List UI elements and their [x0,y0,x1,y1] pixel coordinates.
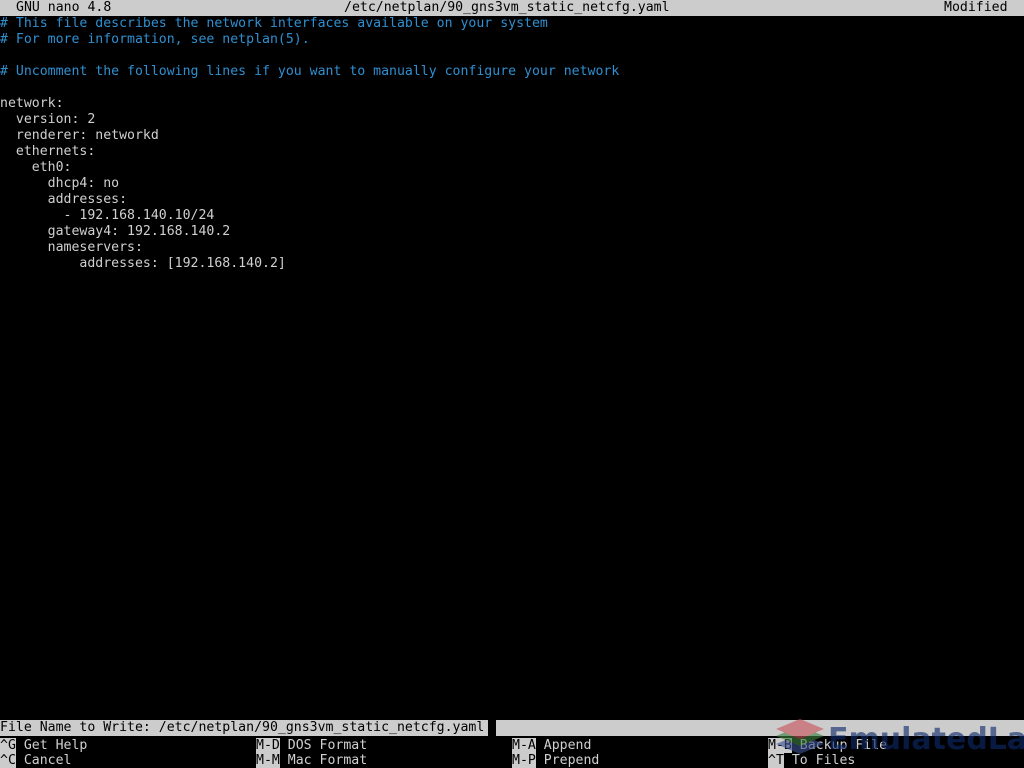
editor-line: network: [0,96,64,111]
editor-line: # For more information, see netplan(5). [0,32,310,47]
shortcut-md[interactable]: M-D DOS Format [256,738,367,753]
shortcut-label: Cancel [15,753,72,768]
shortcut-label: DOS Format [279,738,368,753]
filename-prompt-text: File Name to Write: /etc/netplan/90_gns3… [0,720,485,735]
editor-line: - 192.168.140.10/24 [0,208,215,223]
editor-line: # This file describes the network interf… [0,16,548,31]
editor-line: ethernets: [0,144,96,159]
shortcut-label: Backup File [791,738,888,753]
editor-line: gateway4: 192.168.140.2 [0,224,231,239]
shortcut-key: M-P [512,753,536,768]
shortcut-t[interactable]: ^T To Files [768,753,855,768]
editor-line: addresses: [0,192,128,207]
filename-prompt-bar[interactable]: File Name to Write: /etc/netplan/90_gns3… [0,720,1024,736]
app-version-label: GNU nano 4.8 [16,0,112,15]
editor-line: dhcp4: no [0,176,120,191]
filename-label: /etc/netplan/90_gns3vm_static_netcfg.yam… [344,0,670,15]
editor-line: # Uncomment the following lines if you w… [0,64,620,79]
editor-text-area[interactable]: # This file describes the network interf… [0,16,1024,716]
titlebar: GNU nano 4.8 /etc/netplan/90_gns3vm_stat… [0,0,1024,16]
shortcut-key: M-D [256,738,280,753]
shortcut-label: Mac Format [279,753,368,768]
editor-line: addresses: [192.168.140.2] [0,256,286,271]
shortcut-c[interactable]: ^C Cancel [0,753,71,768]
shortcut-key: M-B [768,738,792,753]
editor-line: eth0: [0,160,72,175]
shortcut-key: M-A [512,738,536,753]
shortcut-label: To Files [783,753,856,768]
shortcut-label: Prepend [535,753,600,768]
shortcut-label: Get Help [15,738,88,753]
modified-indicator: Modified [944,0,1008,15]
shortcut-label: Append [535,738,592,753]
text-cursor [488,720,496,736]
shortcut-ma[interactable]: M-A Append [512,738,591,753]
nano-terminal-screen: GNU nano 4.8 /etc/netplan/90_gns3vm_stat… [0,0,1024,768]
shortcut-key: ^G [0,738,16,753]
shortcut-key: ^C [0,753,16,768]
editor-line: version: 2 [0,112,96,127]
editor-line: renderer: networkd [0,128,159,143]
editor-line: nameservers: [0,240,143,255]
shortcut-key-bar: ^G Get Help ^C Cancel M-D DOS Format M-M Ma… [0,738,1024,768]
shortcut-mm[interactable]: M-M Mac Format [256,753,367,768]
shortcut-key: M-M [256,753,280,768]
shortcut-mb[interactable]: M-B Backup File [768,738,887,753]
shortcut-mp[interactable]: M-P Prepend [512,753,599,768]
shortcut-g[interactable]: ^G Get Help [0,738,87,753]
shortcut-key: ^T [768,753,784,768]
